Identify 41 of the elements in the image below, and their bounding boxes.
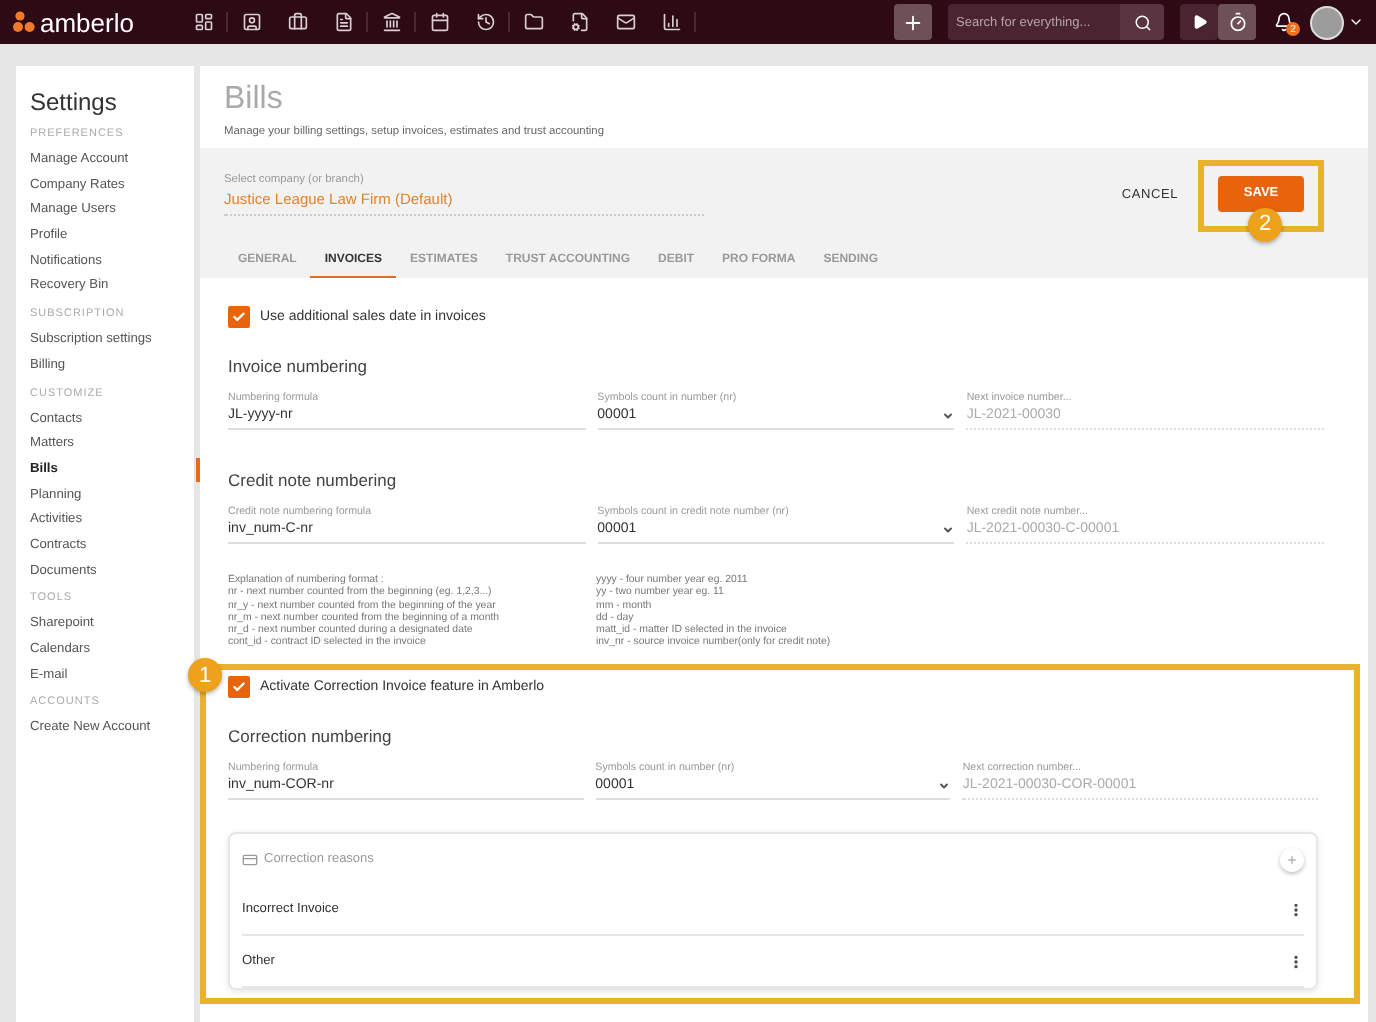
more-icon[interactable] bbox=[1288, 901, 1304, 917]
section-title: Correction numbering bbox=[228, 726, 394, 746]
avatar[interactable] bbox=[1310, 5, 1344, 39]
check-icon bbox=[232, 310, 246, 324]
stopwatch-icon bbox=[1227, 12, 1247, 32]
bank-icon[interactable] bbox=[381, 12, 401, 32]
sidebar-title: Settings bbox=[28, 88, 119, 116]
plus-icon bbox=[1286, 853, 1298, 865]
add-button[interactable] bbox=[894, 4, 932, 40]
folder-icon[interactable] bbox=[523, 12, 543, 32]
contact-card-icon[interactable] bbox=[241, 12, 261, 32]
search-icon bbox=[1133, 13, 1151, 31]
section-title: Credit note numbering bbox=[228, 470, 399, 490]
bar-chart-icon[interactable] bbox=[661, 12, 681, 32]
play-icon bbox=[1191, 14, 1207, 30]
plus-icon bbox=[902, 11, 924, 33]
checkbox[interactable] bbox=[228, 306, 250, 328]
card-icon bbox=[242, 851, 258, 867]
timer-button[interactable] bbox=[1218, 4, 1256, 40]
caret-icon[interactable] bbox=[1348, 14, 1364, 30]
step-number: 1 bbox=[188, 658, 222, 692]
more-icon[interactable] bbox=[1288, 953, 1304, 969]
caret-icon bbox=[938, 780, 951, 792]
mail-icon[interactable] bbox=[615, 12, 635, 32]
briefcase-icon[interactable] bbox=[287, 12, 307, 32]
caret-icon bbox=[942, 524, 955, 536]
search-button[interactable] bbox=[1120, 4, 1164, 40]
section-title: Invoice numbering bbox=[228, 356, 369, 376]
selection-indicator bbox=[196, 457, 200, 482]
check-icon bbox=[232, 680, 246, 694]
caret-icon bbox=[942, 410, 955, 422]
logo-text: amberlo bbox=[40, 7, 134, 37]
dashboard-icon[interactable] bbox=[193, 12, 213, 32]
history-icon[interactable] bbox=[475, 12, 495, 32]
play-button[interactable] bbox=[1180, 4, 1218, 40]
page-title: Bills bbox=[224, 82, 285, 118]
notification-icon[interactable] bbox=[1274, 12, 1294, 32]
logo-icon bbox=[12, 10, 36, 34]
calendar-icon[interactable] bbox=[429, 12, 449, 32]
checkbox[interactable] bbox=[228, 676, 250, 698]
document-gear-icon[interactable] bbox=[569, 12, 589, 32]
